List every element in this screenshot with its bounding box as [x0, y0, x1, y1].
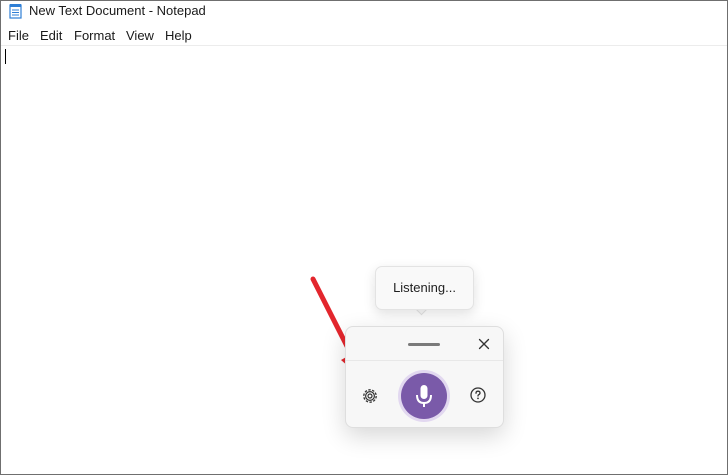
listening-text: Listening...	[393, 280, 456, 295]
microphone-icon	[416, 385, 432, 407]
help-icon[interactable]	[469, 386, 487, 404]
microphone-button-fill	[401, 373, 447, 419]
title-bar[interactable]: New Text Document - Notepad	[1, 1, 727, 22]
close-icon[interactable]	[475, 335, 493, 353]
menu-format[interactable]: Format	[74, 28, 115, 43]
menu-help[interactable]: Help	[165, 28, 192, 43]
gear-icon[interactable]	[360, 386, 380, 406]
window-title: New Text Document - Notepad	[29, 3, 206, 18]
notepad-icon	[9, 4, 22, 19]
text-caret	[5, 49, 6, 64]
microphone-button[interactable]	[398, 370, 450, 422]
menu-file[interactable]: File	[8, 28, 29, 43]
notepad-window: New Text Document - Notepad File Edit Fo…	[0, 0, 728, 475]
listening-tooltip: Listening...	[375, 266, 474, 310]
menu-bar: File Edit Format View Help	[1, 25, 727, 45]
voice-typing-panel	[345, 326, 504, 428]
menu-edit[interactable]: Edit	[40, 28, 62, 43]
panel-divider	[346, 360, 503, 361]
drag-handle-icon[interactable]	[408, 343, 440, 346]
menu-view[interactable]: View	[126, 28, 154, 43]
